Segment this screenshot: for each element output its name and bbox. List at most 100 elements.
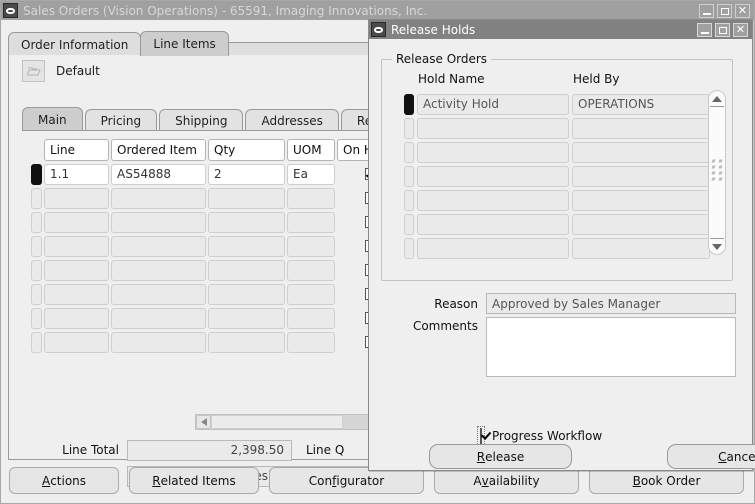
- cell-qty[interactable]: [208, 259, 285, 281]
- maximize-icon[interactable]: [715, 22, 730, 37]
- oracle-oval-icon[interactable]: [3, 3, 18, 18]
- cell-uom[interactable]: [287, 211, 335, 233]
- oracle-oval-icon[interactable]: [371, 22, 386, 37]
- table-row[interactable]: [404, 140, 713, 164]
- row-selector[interactable]: [404, 141, 414, 163]
- minimize-icon[interactable]: [699, 3, 714, 18]
- row-selector[interactable]: [31, 307, 42, 329]
- cell-qty[interactable]: 2: [208, 163, 285, 185]
- cell-item[interactable]: [111, 187, 206, 209]
- scroll-down-icon[interactable]: [709, 239, 725, 254]
- row-selector[interactable]: [31, 211, 42, 233]
- cell-hold-name[interactable]: [417, 189, 569, 211]
- column-header-line[interactable]: Line: [44, 139, 109, 161]
- open-folder-icon[interactable]: [22, 60, 45, 82]
- cell-line[interactable]: 1.1: [44, 163, 109, 185]
- book-order-button[interactable]: Book Order: [589, 467, 744, 494]
- cell-qty[interactable]: [208, 235, 285, 257]
- row-selector[interactable]: [404, 117, 414, 139]
- cell-hold-name[interactable]: [417, 117, 569, 139]
- cell-held-by[interactable]: [572, 117, 710, 139]
- cell-uom[interactable]: [287, 235, 335, 257]
- comments-field[interactable]: [486, 317, 736, 377]
- cell-held-by[interactable]: OPERATIONS: [572, 93, 710, 115]
- row-selector[interactable]: [31, 187, 42, 209]
- cell-line[interactable]: [44, 187, 109, 209]
- reason-field[interactable]: Approved by Sales Manager: [486, 293, 736, 314]
- cell-item[interactable]: [111, 259, 206, 281]
- vscroll-track[interactable]: [709, 107, 725, 238]
- row-selector[interactable]: [31, 235, 42, 257]
- cell-held-by[interactable]: [572, 165, 710, 187]
- table-row[interactable]: [31, 258, 401, 282]
- close-icon[interactable]: ✕: [735, 3, 750, 18]
- related-items-button[interactable]: Related Items: [129, 467, 259, 494]
- cell-item[interactable]: [111, 283, 206, 305]
- cell-qty[interactable]: [208, 307, 285, 329]
- table-row[interactable]: [404, 188, 713, 212]
- cell-line[interactable]: [44, 235, 109, 257]
- table-row[interactable]: [31, 186, 401, 210]
- column-header-uom[interactable]: UOM: [287, 139, 335, 161]
- progress-workflow-checkbox[interactable]: [480, 428, 482, 444]
- row-selector[interactable]: [31, 163, 42, 185]
- cell-item[interactable]: [111, 211, 206, 233]
- row-selector[interactable]: [31, 331, 42, 353]
- row-selector[interactable]: [31, 283, 42, 305]
- cell-uom[interactable]: [287, 283, 335, 305]
- line-items-hscrollbar[interactable]: [195, 414, 381, 430]
- scroll-up-icon[interactable]: [709, 91, 725, 106]
- table-row[interactable]: [31, 306, 401, 330]
- table-row[interactable]: [31, 330, 401, 354]
- tab-pricing[interactable]: Pricing: [84, 109, 158, 131]
- availability-button[interactable]: Av ailability: [434, 467, 579, 494]
- cell-hold-name[interactable]: Activity Hold: [417, 93, 569, 115]
- table-row[interactable]: [404, 164, 713, 188]
- cell-held-by[interactable]: [572, 237, 710, 259]
- column-header-ordered-item[interactable]: Ordered Item: [111, 139, 206, 161]
- cell-line[interactable]: [44, 331, 109, 353]
- holds-vscrollbar[interactable]: [708, 90, 726, 255]
- tab-shipping[interactable]: Shipping: [159, 109, 244, 131]
- table-row[interactable]: [31, 282, 401, 306]
- table-row[interactable]: 1.1 AS54888 2 Ea: [31, 162, 401, 186]
- cell-item[interactable]: [111, 307, 206, 329]
- cell-hold-name[interactable]: [417, 213, 569, 235]
- line-total-field[interactable]: 2,398.50: [127, 439, 292, 461]
- cell-held-by[interactable]: [572, 189, 710, 211]
- column-header-qty[interactable]: Qty: [208, 139, 285, 161]
- maximize-icon[interactable]: [717, 3, 732, 18]
- table-row[interactable]: [31, 234, 401, 258]
- cell-uom[interactable]: [287, 187, 335, 209]
- tab-order-information[interactable]: Order Information: [8, 32, 142, 56]
- table-row[interactable]: [31, 210, 401, 234]
- cell-line[interactable]: [44, 307, 109, 329]
- tab-addresses[interactable]: Addresses: [245, 109, 339, 131]
- row-selector[interactable]: [404, 237, 414, 259]
- tab-main[interactable]: Main: [22, 107, 83, 131]
- table-row[interactable]: [404, 236, 713, 260]
- row-selector[interactable]: [404, 165, 414, 187]
- scroll-left-icon[interactable]: [196, 415, 211, 429]
- hscroll-thumb[interactable]: [211, 415, 343, 429]
- row-selector[interactable]: [404, 93, 414, 115]
- cell-uom[interactable]: Ea: [287, 163, 335, 185]
- release-button[interactable]: Release: [429, 444, 572, 469]
- configurator-button[interactable]: Con f igurator: [269, 467, 424, 494]
- progress-workflow-row[interactable]: Progress Workflow: [477, 426, 602, 446]
- cell-uom[interactable]: [287, 259, 335, 281]
- table-row[interactable]: [404, 212, 713, 236]
- cell-hold-name[interactable]: [417, 141, 569, 163]
- minimize-icon[interactable]: [697, 22, 712, 37]
- tab-line-items[interactable]: Line Items: [140, 31, 229, 56]
- table-row[interactable]: Activity Hold OPERATIONS: [404, 92, 713, 116]
- cell-hold-name[interactable]: [417, 237, 569, 259]
- cell-line[interactable]: [44, 259, 109, 281]
- table-row[interactable]: [404, 116, 713, 140]
- cell-line[interactable]: [44, 211, 109, 233]
- cell-qty[interactable]: [208, 283, 285, 305]
- cell-qty[interactable]: [208, 211, 285, 233]
- close-icon[interactable]: ✕: [733, 22, 748, 37]
- cell-uom[interactable]: [287, 307, 335, 329]
- cell-item[interactable]: [111, 331, 206, 353]
